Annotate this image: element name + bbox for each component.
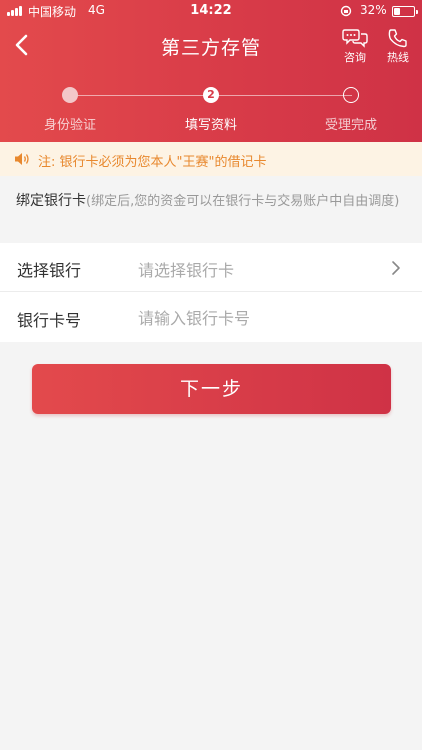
step-1-dot	[62, 87, 78, 103]
step-3-label: 受理完成	[324, 118, 377, 133]
step-1-label: 身份验证	[43, 118, 96, 133]
nav-bar: 第三方存管 咨询 热线	[0, 22, 422, 70]
step-connector	[70, 95, 210, 96]
notice-banner: 注: 银行卡必须为您本人"王赛"的借记卡	[0, 142, 422, 176]
chevron-right-icon	[392, 261, 400, 275]
hotline-label: 热线	[387, 51, 409, 64]
step-3-dot	[343, 87, 359, 103]
card-number-row: 银行卡号	[0, 293, 422, 342]
chat-bubbles-icon	[342, 29, 368, 48]
bind-card-title: 绑定银行卡	[16, 193, 86, 209]
consult-button[interactable]: 咨询	[335, 28, 375, 68]
select-bank-label: 选择银行	[17, 261, 82, 280]
bank-form: 选择银行 请选择银行卡 银行卡号	[0, 243, 422, 342]
status-time: 14:22	[190, 3, 232, 18]
card-number-input[interactable]	[138, 303, 398, 333]
hotline-button[interactable]: 热线	[378, 28, 418, 68]
phone-icon	[388, 29, 407, 48]
card-number-label: 银行卡号	[17, 311, 82, 330]
status-bar: 中国移动 4G 14:22 32%	[0, 0, 422, 22]
step-connector	[212, 95, 352, 96]
consult-label: 咨询	[344, 51, 366, 64]
speaker-icon	[15, 153, 29, 165]
progress-steps: 2 身份验证 填写资料 受理完成	[0, 80, 422, 140]
header: 中国移动 4G 14:22 32% 第三方存管 咨询 热线 2 身份验证 填写资…	[0, 0, 422, 142]
battery-icon	[392, 6, 418, 17]
battery-percentage: 32%	[360, 3, 387, 17]
notice-text: 注: 银行卡必须为您本人"王赛"的借记卡	[38, 155, 267, 170]
step-2-label: 填写资料	[184, 118, 237, 133]
bind-card-description: 绑定银行卡(绑定后,您的资金可以在银行卡与交易账户中自由调度)	[16, 190, 411, 213]
step-2-dot: 2	[203, 87, 219, 103]
select-bank-row[interactable]: 选择银行 请选择银行卡	[0, 243, 422, 292]
bind-card-hint: (绑定后,您的资金可以在银行卡与交易账户中自由调度)	[86, 194, 400, 209]
next-step-button[interactable]: 下一步	[32, 364, 391, 414]
rotation-lock-icon	[340, 5, 352, 17]
select-bank-placeholder: 请选择银行卡	[138, 261, 235, 280]
